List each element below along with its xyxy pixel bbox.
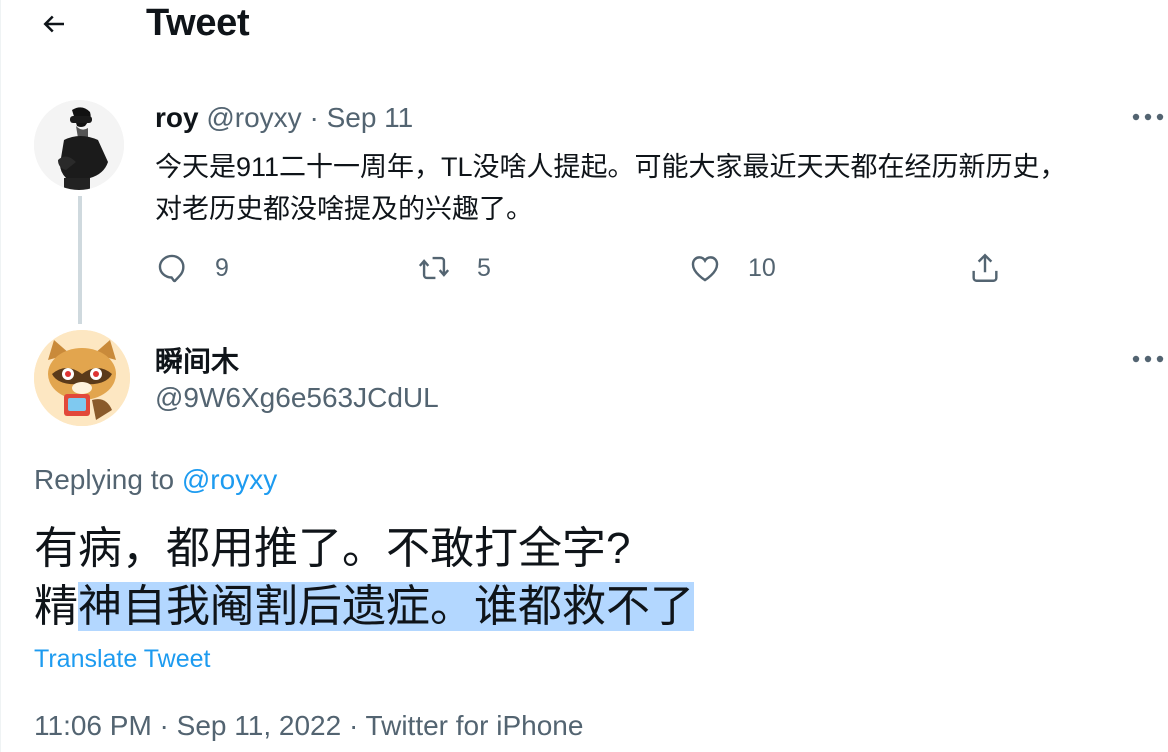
user-photo-icon — [34, 100, 124, 190]
tweet-text-line: 今天是911二十一周年，TL没啥人提起。可能大家最近天天都在经历新历史， — [155, 152, 1067, 182]
replying-prefix: Replying to — [34, 464, 182, 495]
column-divider — [0, 0, 1, 752]
tweet-text-line: 对老历史都没啥提及的兴趣了。 — [155, 194, 533, 224]
text-unselected: 精 — [34, 582, 78, 631]
main-tweet-text: 有病，都用推了。不敢打全字? 精神自我阉割后遗症。谁都救不了 — [34, 520, 694, 636]
back-button[interactable] — [30, 2, 78, 46]
handle[interactable]: @9W6Xg6e563JCdUL — [155, 382, 439, 414]
tweet-date[interactable]: Sep 11 — [327, 102, 414, 133]
avatar[interactable] — [34, 330, 130, 426]
display-name[interactable]: 瞬间木 — [155, 340, 239, 380]
parent-tweet-text: 今天是911二十一周年，TL没啥人提起。可能大家最近天天都在经历新历史， 对老历… — [155, 146, 1155, 230]
retweet-count: 5 — [477, 253, 491, 282]
like-button[interactable]: 10 — [688, 246, 776, 290]
tweet-text-line: 有病，都用推了。不敢打全字? — [34, 524, 631, 573]
handle[interactable]: @royxy — [206, 102, 301, 133]
tweet-timestamp[interactable]: 11:06 PM · Sep 11, 2022 · Twitter for iP… — [34, 710, 583, 742]
thread-line — [78, 196, 82, 324]
arrow-left-icon — [43, 15, 64, 33]
handle-text: @royxy — [206, 102, 302, 133]
raccoon-mascot-icon — [34, 330, 130, 426]
reply-button[interactable]: 9 — [155, 246, 229, 290]
page-title: Tweet — [146, 2, 250, 44]
replying-to: Replying to @royxy — [34, 464, 277, 496]
reply-count: 9 — [215, 253, 229, 282]
avatar[interactable] — [34, 100, 124, 190]
retweet-icon — [418, 256, 450, 280]
translate-tweet-link[interactable]: Translate Tweet — [34, 645, 210, 674]
share-icon — [972, 253, 998, 282]
tweet-text-line: 精神自我阉割后遗症。谁都救不了 — [34, 578, 694, 636]
replying-handle-link[interactable]: @royxy — [182, 464, 277, 495]
tweet-page: Tweet roy @royxy · Sep 11 今天是911二十一周年，TL… — [0, 0, 1168, 752]
reply-icon — [158, 254, 185, 283]
separator: · — [301, 102, 327, 133]
parent-tweet-header: roy @royxy · Sep 11 — [155, 102, 413, 134]
text-selection: 神自我阉割后遗症。谁都救不了 — [78, 582, 694, 631]
heart-icon — [691, 256, 719, 282]
more-options-button[interactable] — [1126, 101, 1168, 133]
share-button[interactable] — [968, 246, 1002, 290]
ellipsis-icon — [1132, 113, 1164, 121]
ellipsis-icon — [1132, 355, 1164, 363]
retweet-button[interactable]: 5 — [417, 246, 491, 290]
display-name[interactable]: roy — [155, 102, 199, 133]
like-count: 10 — [748, 253, 776, 282]
more-options-button[interactable] — [1126, 343, 1168, 375]
